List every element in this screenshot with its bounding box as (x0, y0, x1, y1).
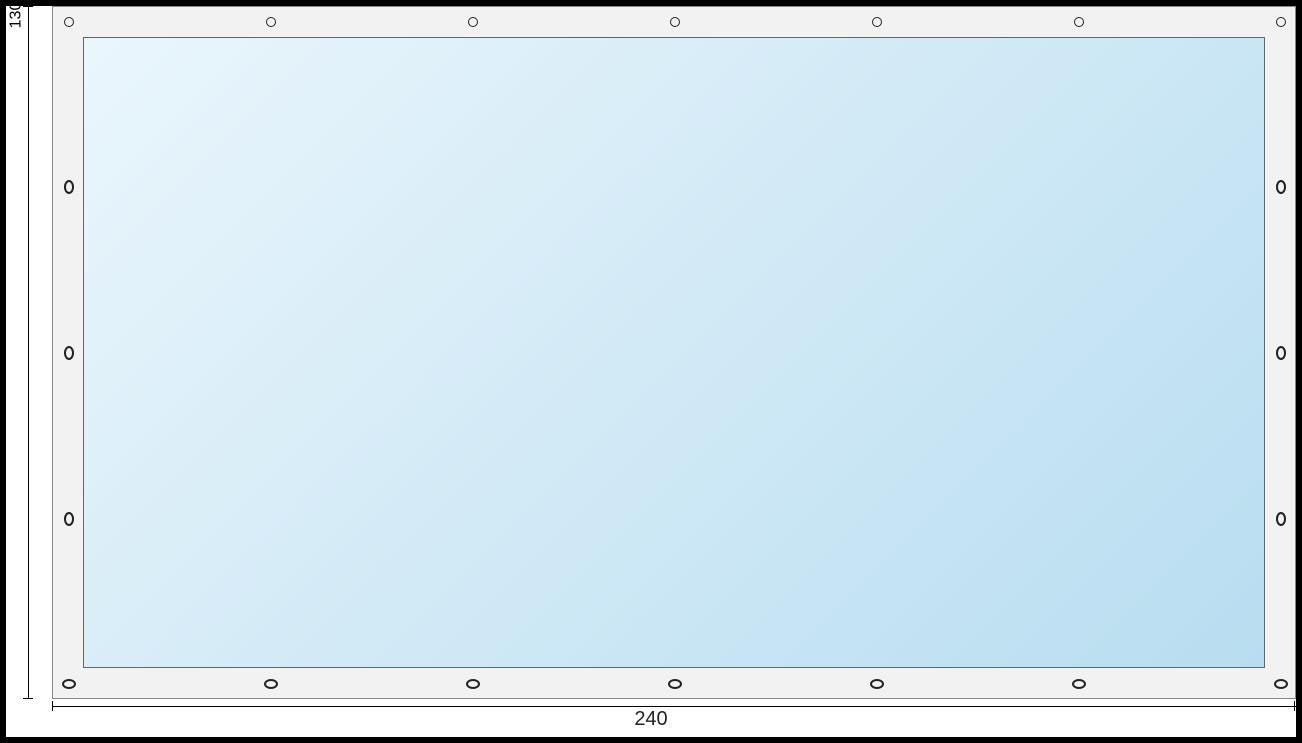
dim-tick-height-bottom (23, 698, 33, 699)
grommet-icon (468, 17, 478, 27)
grommet-icon (266, 17, 276, 27)
grommet-icon (1276, 17, 1286, 27)
dim-line-height (28, 6, 29, 699)
grommet-icon (64, 346, 74, 360)
grommet-icon (64, 512, 74, 526)
grommet-icon (64, 180, 74, 194)
grommet-icon (62, 679, 76, 689)
grommet-icon (466, 679, 480, 689)
grommet-icon (264, 679, 278, 689)
grommet-icon (1276, 180, 1286, 194)
dim-height-label-wrap: 130 (6, 6, 26, 24)
grommet-icon (64, 17, 74, 27)
grommet-icon (872, 17, 882, 27)
grommet-icon (870, 679, 884, 689)
grommet-icon (1276, 512, 1286, 526)
grommet-icon (668, 679, 682, 689)
grommet-icon (670, 17, 680, 27)
tarp-body (83, 37, 1265, 668)
dim-width-label: 240 (6, 708, 1296, 731)
grommet-icon (1072, 679, 1086, 689)
dim-line-width (52, 706, 1296, 707)
grommet-icon (1074, 17, 1084, 27)
tarp-hem (52, 6, 1296, 699)
diagram-frame: 130 240 (6, 6, 1296, 737)
grommet-icon (1276, 346, 1286, 360)
dim-height-label: 130 (7, 2, 25, 29)
grommet-icon (1274, 679, 1288, 689)
